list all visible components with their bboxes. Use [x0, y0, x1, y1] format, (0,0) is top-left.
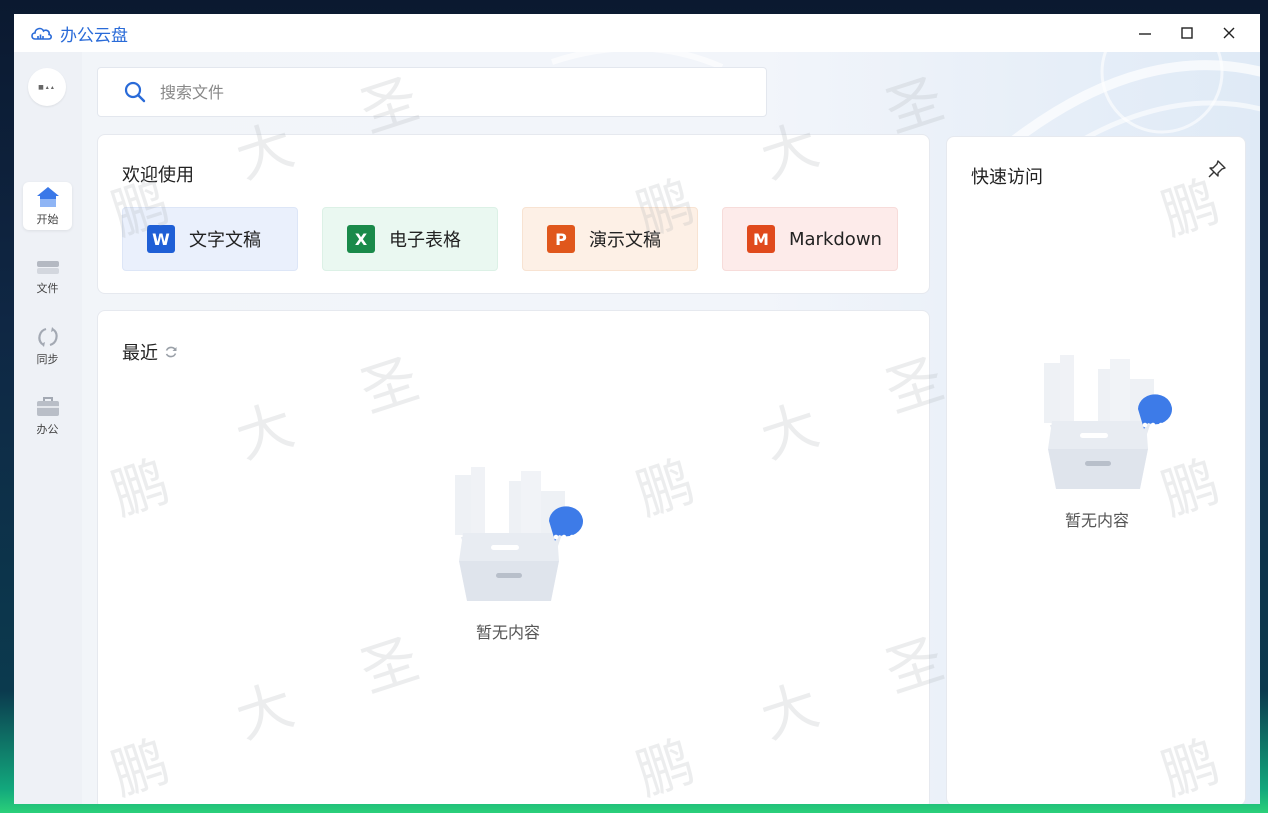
recent-empty-state: 暂无内容: [418, 461, 598, 643]
new-presentation-button[interactable]: P 演示文稿: [522, 207, 698, 271]
briefcase-icon: [36, 396, 59, 416]
word-icon: W: [147, 225, 175, 253]
markdown-icon: M: [747, 225, 775, 253]
minimize-button[interactable]: [1124, 14, 1166, 52]
app-title: 办公云盘: [60, 25, 128, 46]
tile-label: 演示文稿: [589, 230, 661, 251]
new-word-doc-button[interactable]: W 文字文稿: [122, 207, 298, 271]
avatar-glyph: ■▴▴: [38, 83, 56, 91]
quick-access-title: 快速访问: [971, 167, 1043, 188]
new-markdown-button[interactable]: M Markdown: [722, 207, 898, 271]
tile-label: Markdown: [789, 228, 882, 250]
empty-state-text: 暂无内容: [475, 623, 540, 642]
minimize-icon: [1139, 33, 1151, 35]
welcome-card: 欢迎使用 W 文字文稿 X 电子表格 P 演示文稿 M Markdown: [97, 134, 930, 294]
refresh-icon[interactable]: [164, 345, 178, 359]
recent-title: 最近: [122, 343, 158, 364]
title-bar[interactable]: 办公云盘: [14, 14, 1260, 52]
tile-label: 文字文稿: [189, 230, 261, 251]
cloud-logo-icon: [31, 27, 52, 40]
home-icon: [36, 186, 59, 207]
ppt-icon: P: [547, 225, 575, 253]
sidebar-item-office[interactable]: 办公: [23, 392, 72, 440]
avatar[interactable]: ■▴▴: [28, 68, 66, 106]
sidebar-item-label: 开始: [36, 212, 59, 226]
empty-box-icon: [455, 467, 583, 601]
empty-state-text: 暂无内容: [1064, 511, 1129, 530]
sidebar-item-files[interactable]: 文件: [23, 252, 72, 300]
sidebar-item-sync[interactable]: 同步: [23, 322, 72, 370]
pin-icon[interactable]: [1207, 159, 1227, 179]
new-spreadsheet-button[interactable]: X 电子表格: [322, 207, 498, 271]
maximize-button[interactable]: [1166, 14, 1208, 52]
excel-icon: X: [347, 225, 375, 253]
search-bar[interactable]: [97, 67, 767, 117]
empty-box-icon: [1044, 355, 1172, 489]
tile-label: 电子表格: [389, 230, 461, 251]
close-button[interactable]: [1208, 14, 1250, 52]
sidebar-item-label: 文件: [36, 281, 59, 295]
close-icon: [1223, 27, 1235, 39]
recent-card: 最近 暂无内容: [97, 310, 930, 804]
sidebar: ■▴▴ 开始 文件 同步 办公: [14, 52, 82, 804]
maximize-icon: [1181, 27, 1193, 39]
search-icon: [124, 81, 146, 103]
quick-access-panel: 快速访问 暂无内容: [946, 136, 1246, 804]
sync-icon: [37, 326, 58, 347]
drive-icon: [36, 260, 59, 274]
search-input[interactable]: [158, 81, 722, 103]
main-area: 欢迎使用 W 文字文稿 X 电子表格 P 演示文稿 M Markdown: [82, 52, 1260, 804]
app-window: 办公云盘 ■▴▴ 开始 文件 同步 办公 搜索文件 欢迎使用 W 文字文稿 X …: [14, 14, 1260, 804]
sidebar-item-start[interactable]: 开始: [23, 182, 72, 230]
sidebar-item-label: 同步: [36, 352, 59, 366]
quick-access-empty-state: 暂无内容: [1007, 349, 1187, 531]
welcome-title: 欢迎使用: [122, 165, 194, 186]
sidebar-item-label: 办公: [36, 422, 59, 436]
